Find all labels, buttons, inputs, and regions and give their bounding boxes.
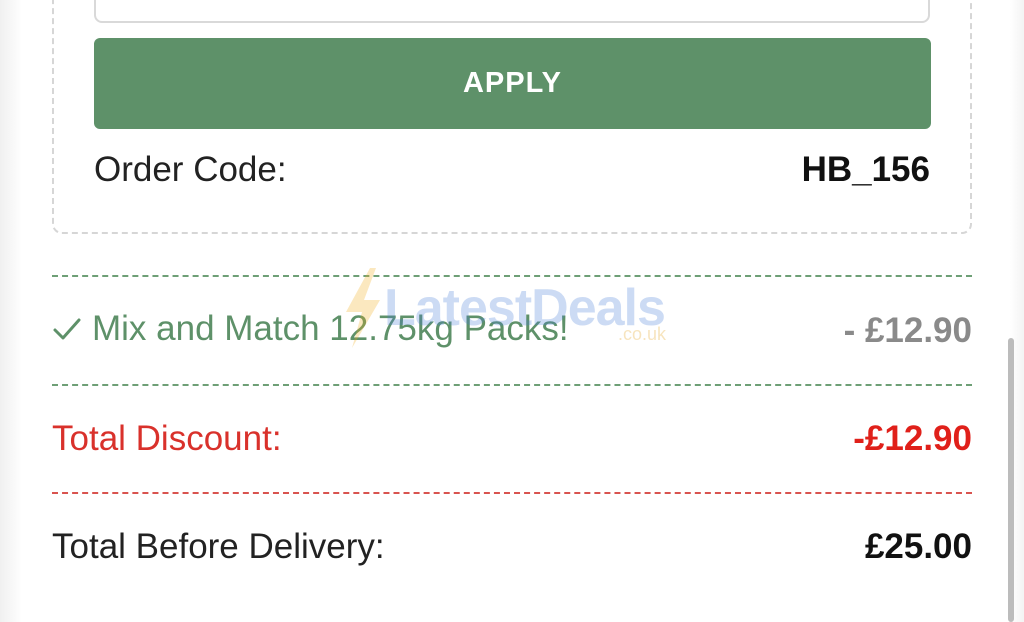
- left-edge-shade: [0, 0, 22, 622]
- scrollbar[interactable]: [1008, 338, 1014, 622]
- total-before-delivery-amount: £25.00: [864, 527, 972, 566]
- apply-button[interactable]: APPLY: [94, 38, 931, 129]
- order-code-label: Order Code:: [94, 150, 287, 189]
- total-discount-amount: -£12.90: [853, 419, 972, 458]
- order-code-value: HB_156: [801, 150, 930, 189]
- watermark-domain: .co.uk: [618, 324, 667, 344]
- promotion-label: Mix and Match 12.75kg Packs!: [92, 309, 569, 348]
- promo-code-input[interactable]: [94, 0, 930, 23]
- divider-bottom: [52, 492, 972, 494]
- total-discount-label: Total Discount:: [52, 419, 282, 458]
- divider-middle: [52, 384, 972, 386]
- divider-top: [52, 275, 972, 277]
- total-before-delivery-label: Total Before Delivery:: [52, 527, 385, 566]
- applied-promotion-row: Mix and Match 12.75kg Packs!: [52, 309, 569, 349]
- promotion-amount: - £12.90: [843, 311, 972, 350]
- check-icon: [53, 318, 81, 340]
